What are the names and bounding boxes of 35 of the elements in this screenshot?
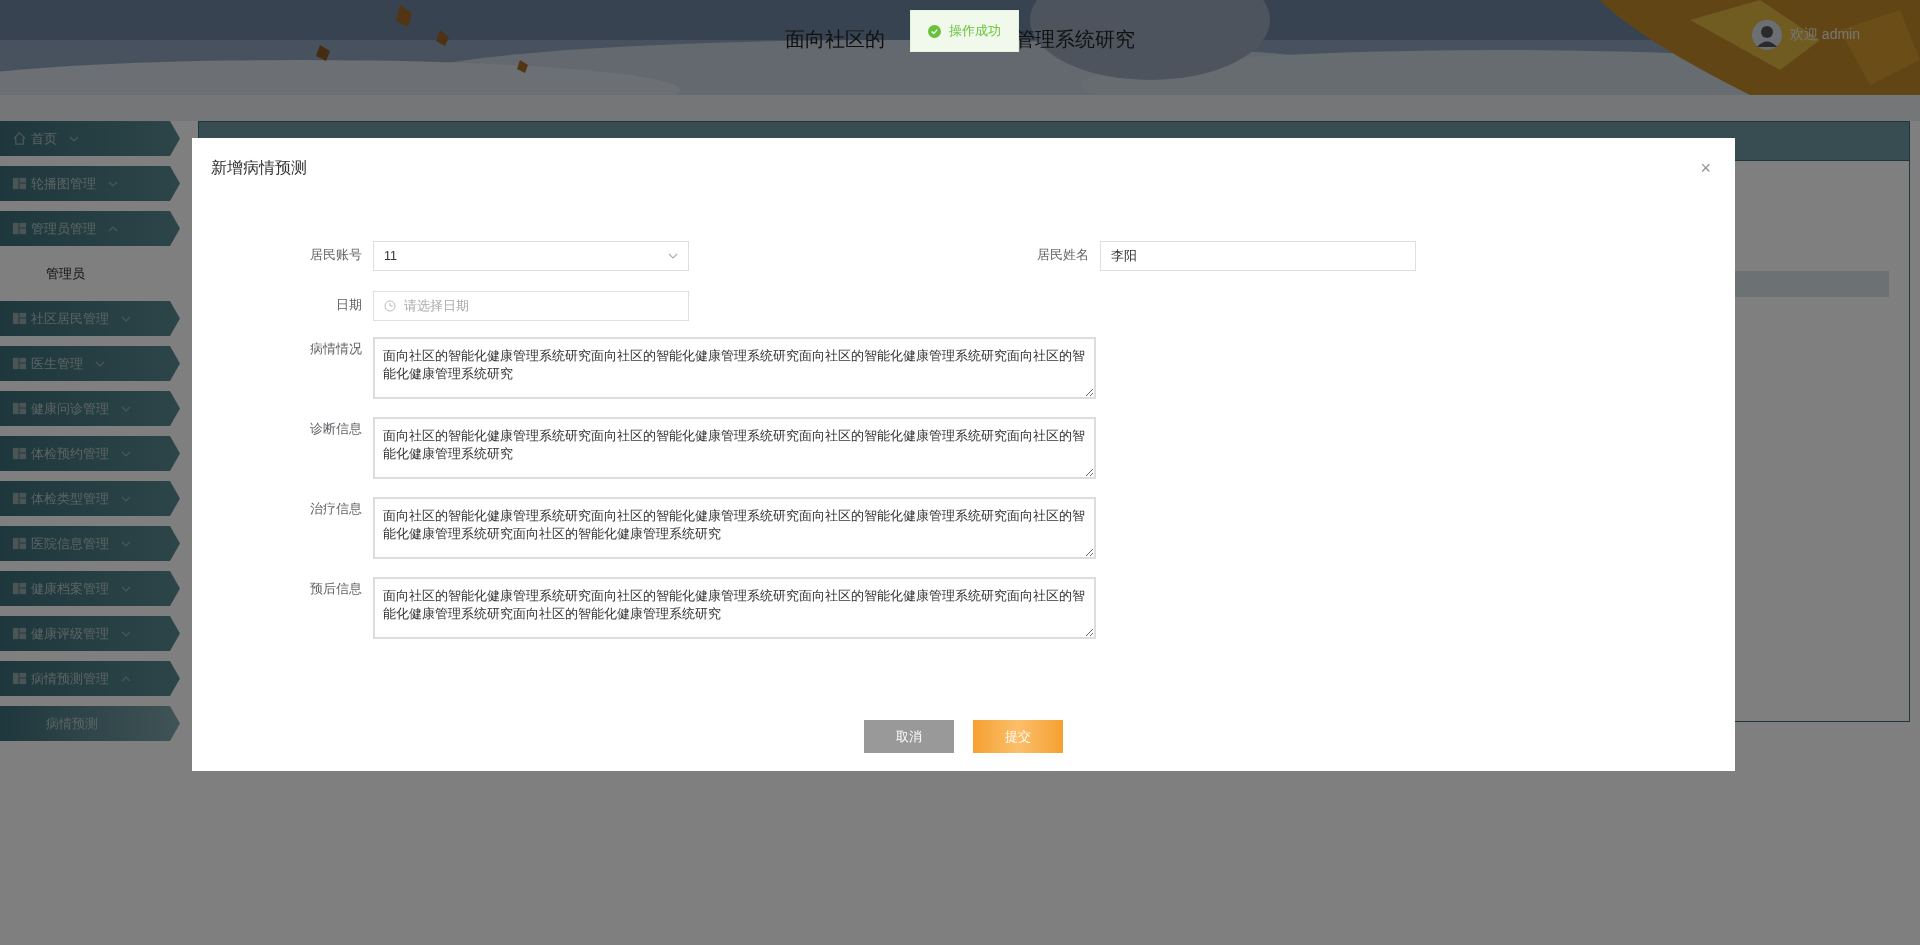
home-icon [12,131,27,146]
grid-icon [12,356,27,371]
text-area[interactable]: 面向社区的智能化健康管理系统研究面向社区的智能化健康管理系统研究面向社区的智能化健康管理系统研究面向社区的智能化健康管理系统研究面向社区的智能化健康管理系统研究 [373,497,1096,559]
dialog-title: 新增病情预测 [211,157,307,178]
grid-icon [12,311,27,326]
field-label: 诊断信息 [309,421,362,438]
grid-icon [12,491,27,506]
field-label: 居民账号 [309,247,362,264]
grid-icon [12,626,27,641]
submenu-item[interactable]: 管理员 [0,256,182,291]
clock-icon [384,300,396,312]
grid-icon [12,221,27,236]
field-label: 居民姓名 [1035,247,1089,264]
avatar-icon [1751,20,1782,50]
grid-icon [12,446,27,461]
grid-icon [12,536,27,551]
select-field[interactable]: 11 [373,241,689,271]
field-label: 治疗信息 [309,501,362,518]
text-area[interactable]: 面向社区的智能化健康管理系统研究面向社区的智能化健康管理系统研究面向社区的智能化健康管理系统研究面向社区的智能化健康管理系统研究 [373,417,1096,479]
site-title: 面向社区的 [785,27,885,52]
input-field[interactable]: 李阳 [1099,241,1416,271]
field-label: 日期 [335,297,362,314]
grid-icon [12,176,27,191]
grid-icon [12,401,27,416]
check-circle-icon [928,24,941,38]
caret-icon [668,253,678,259]
field-label: 病情情况 [309,341,362,358]
date-field[interactable]: 请选择日期 [373,291,689,321]
text-area[interactable]: 面向社区的智能化健康管理系统研究面向社区的智能化健康管理系统研究面向社区的智能化健康管理系统研究面向社区的智能化健康管理系统研究面向社区的智能化健康管理系统研究 [373,577,1096,639]
toast-text: 操作成功 [949,22,1001,40]
text-area[interactable]: 面向社区的智能化健康管理系统研究面向社区的智能化健康管理系统研究面向社区的智能化健康管理系统研究面向社区的智能化健康管理系统研究 [373,337,1096,399]
grid-icon [12,581,27,596]
field-label: 预后信息 [309,581,362,598]
grid-icon [12,671,27,686]
welcome-text: 欢迎 admin [1789,26,1860,44]
